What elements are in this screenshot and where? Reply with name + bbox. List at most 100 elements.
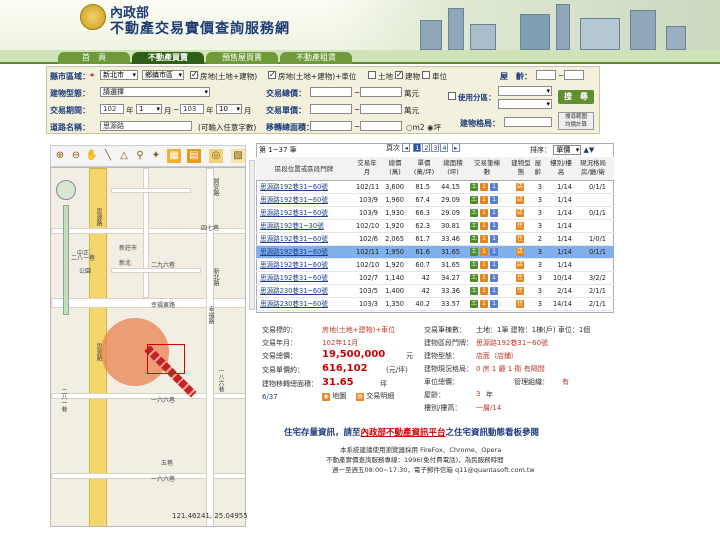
county-select[interactable]: 新北市 [100, 70, 138, 80]
layout-input[interactable] [504, 117, 552, 127]
col-header[interactable]: 總價(萬) [384, 159, 406, 177]
cell-addr[interactable]: 思源路230巷31~60號 [260, 298, 348, 310]
zone-select-1[interactable] [498, 86, 552, 96]
detail-ym: 102年11月 [322, 339, 359, 347]
page-next-icon[interactable]: ▸ [451, 143, 460, 152]
checkbox-land[interactable] [368, 71, 376, 79]
measure-line-icon[interactable]: ╲ [101, 149, 115, 163]
detail-label: 交易標的： [262, 326, 297, 334]
detail-label: 建物型態： [424, 352, 459, 360]
building-type-select[interactable]: 請選擇 [100, 87, 210, 97]
page-prev-icon[interactable]: ◂ [402, 143, 411, 152]
count-badge-icon: 1 [490, 235, 498, 243]
map-road [51, 393, 245, 399]
measure-area-icon[interactable]: △ [117, 149, 131, 163]
page-4[interactable]: 4 [440, 143, 449, 152]
search-button[interactable]: 搜 尋 [558, 90, 594, 104]
table-row[interactable]: 思源路192巷1~30號 102/10 1,920 62.3 30.81 土 1 1 住 3 1/1… [256, 220, 614, 233]
age-min-input[interactable] [536, 70, 556, 80]
road-input[interactable]: 思源路 [100, 121, 192, 131]
checkbox-land-building-parking[interactable] [268, 70, 276, 79]
sort-select[interactable]: 單價 [553, 145, 582, 155]
clear-icon[interactable]: ▧ [231, 149, 245, 163]
print-icon[interactable]: ▤ [187, 149, 201, 163]
area-max-input[interactable] [360, 121, 402, 131]
unit-text: 年 [206, 106, 214, 115]
table-row[interactable]: 思源路192巷31~60號 102/10 1,920 60.7 31.65 土 1 1 店 3 1/… [256, 259, 614, 272]
cell-addr[interactable]: 思源路192巷31~60號 [260, 181, 348, 193]
table-row[interactable]: 思源路192巷31~60號 102/7 1,140 42 34.27 土 1 1 住 3 10/14… [256, 272, 614, 285]
cell-addr[interactable]: 思源路192巷31~60號 [260, 194, 348, 206]
table-row[interactable]: 思源路192巷31~60號 102/11 1,950 61.6 31.65 土 1 1 店 3 1/… [256, 246, 614, 259]
from-year-input[interactable]: 102 [100, 104, 124, 114]
cell-addr[interactable]: 思源路192巷31~60號 [260, 207, 348, 219]
document-icon: ▤ [356, 393, 364, 401]
total-max-input[interactable] [360, 87, 402, 97]
checkbox-building[interactable] [395, 70, 403, 79]
tab-sale[interactable]: 不動產買賣 [132, 52, 204, 64]
table-row[interactable]: 思源路230巷31~60號 103/3 1,350 40.2 33.57 土 1 1 住 3 14/… [256, 298, 614, 311]
checkbox-parking[interactable] [422, 71, 430, 79]
nav-tabbar: 首 頁 不動產買賣 預售屋買賣 不動產租賃 [0, 50, 720, 64]
col-header[interactable]: 單價(萬/坪) [412, 159, 436, 177]
pan-hand-icon[interactable]: ✋ [85, 149, 99, 163]
pin-icon[interactable]: ✦ [149, 149, 163, 163]
cell-addr[interactable]: 思源路192巷31~60號 [260, 259, 348, 271]
tab-home[interactable]: 首 頁 [58, 52, 130, 64]
cell-addr[interactable]: 思源路192巷1~30號 [260, 220, 348, 232]
cell-addr[interactable]: 思源路192巷31~60號 [260, 246, 348, 258]
map-link[interactable]: ◉ 地圖 [322, 391, 346, 401]
panel-collapse-handle[interactable] [249, 160, 255, 310]
zone-select-2[interactable] [498, 99, 552, 109]
total-min-input[interactable] [310, 87, 352, 97]
count-badge-icon: 土 [470, 235, 478, 243]
map-zoom-slider[interactable] [63, 205, 69, 315]
sort-desc-icon[interactable]: ▼ [589, 146, 594, 154]
map-view[interactable]: 思源路 新莊市 幸福東路 思源路 興安路 中正 幸福路 新北 二八一巷 新北路 … [50, 167, 246, 527]
area-unit-radio[interactable]: ○m2 ◉坪 [406, 122, 441, 133]
checkbox-zone[interactable] [448, 92, 456, 100]
detail-btype: 店面（店鋪） [476, 352, 518, 360]
table-row[interactable]: 思源路192巷31~60號 102/6 2,065 61.7 33.46 土 1 1 住 2 1/1… [256, 233, 614, 246]
to-year-input[interactable]: 103 [180, 104, 204, 114]
unit-text: 月 [244, 106, 252, 115]
zoom-in-icon[interactable]: ⊕ [53, 149, 67, 163]
tab-rental[interactable]: 不動產租賃 [280, 52, 352, 64]
checkbox-land-building[interactable] [190, 70, 198, 79]
page-3[interactable]: 3 [431, 143, 440, 152]
map-pan-control[interactable] [56, 180, 76, 200]
col-header[interactable]: 交易年月 [356, 159, 378, 177]
detail-link[interactable]: ▤ 交易明細 [356, 391, 394, 401]
area-min-input[interactable] [310, 121, 352, 131]
identify-icon[interactable]: ⚲ [133, 149, 147, 163]
table-row[interactable]: 思源路192巷31~60號 103/9 1,930 66.3 29.09 土 1 1 店 3 1/1… [256, 207, 614, 220]
col-header[interactable]: 區段位置或區段門牌 [260, 165, 348, 174]
tab-presale[interactable]: 預售屋買賣 [206, 52, 278, 64]
page-1[interactable]: 1 [413, 143, 422, 152]
zoom-out-icon[interactable]: ⊖ [69, 149, 83, 163]
locate-icon[interactable]: ◎ [209, 149, 223, 163]
cell-unit: 66.3 [415, 209, 430, 217]
from-month-select[interactable]: 1 [136, 104, 162, 114]
col-header[interactable]: 總面積(坪) [440, 159, 466, 177]
promo-link[interactable]: 內政部不動產資訊平台 [361, 428, 446, 438]
col-header[interactable]: 屋齡 [532, 159, 544, 177]
selection-box [147, 344, 185, 374]
unit-min-input[interactable] [310, 104, 352, 114]
map-label: 新北 [119, 260, 132, 267]
layer-icon[interactable]: ▦ [167, 149, 181, 163]
table-row[interactable]: 思源路192巷31~60號 103/9 1,960 67.4 29.09 土 1 1 店 3 1/1… [256, 194, 614, 207]
table-row[interactable]: 思源路230巷31~60號 103/5 1,400 42 33.36 土 1 1 住 3 2/14 2… [256, 285, 614, 298]
cell-addr[interactable]: 思源路192巷31~60號 [260, 233, 348, 245]
cell-total: 1,400 [385, 287, 404, 295]
unit-max-input[interactable] [360, 104, 402, 114]
avg-price-calc-button[interactable]: 搜尋範圍 均價計算 [558, 112, 594, 130]
cell-addr[interactable]: 思源路230巷31~60號 [260, 285, 348, 297]
table-row[interactable]: 思源路192巷31~60號 102/11 3,600 81.5 44.15 土 1 1 店 3 1/… [256, 181, 614, 194]
district-select[interactable]: 鄉鎮市區 [142, 70, 184, 80]
age-max-input[interactable] [564, 70, 584, 80]
page-2[interactable]: 2 [422, 143, 431, 152]
to-month-select[interactable]: 10 [216, 104, 242, 114]
cell-addr[interactable]: 思源路192巷31~60號 [260, 272, 348, 284]
cell-age: 3 [537, 248, 542, 256]
